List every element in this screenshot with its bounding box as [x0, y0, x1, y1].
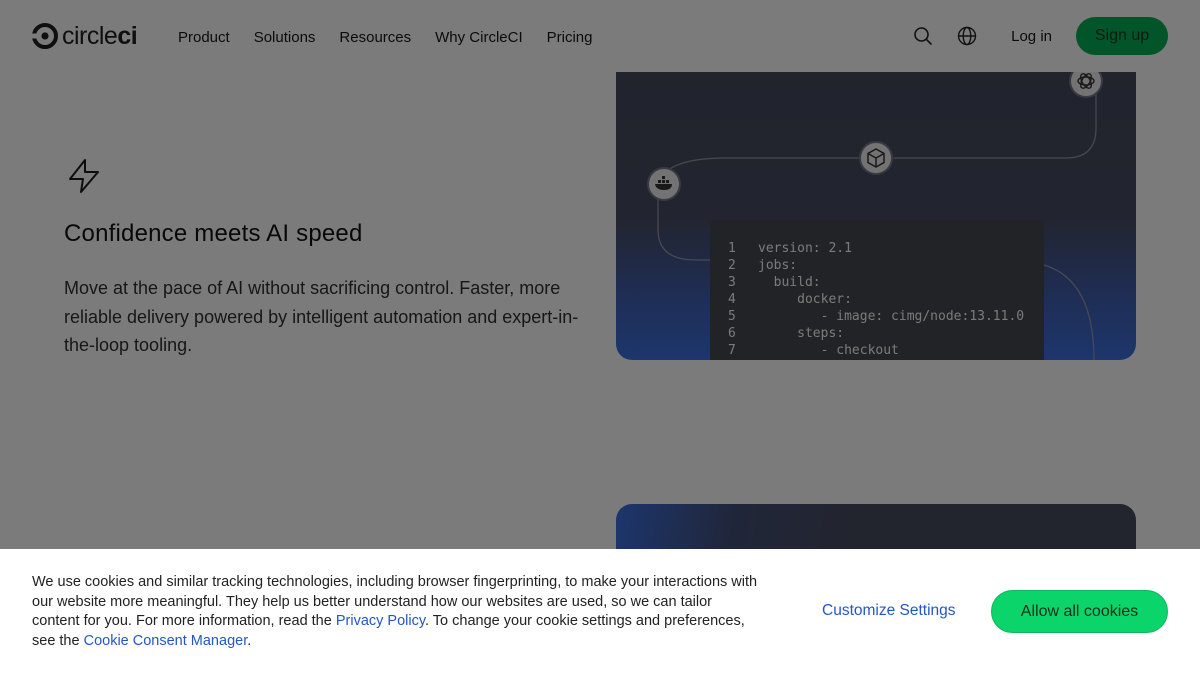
line-content: jobs:	[758, 258, 798, 273]
signup-button[interactable]: Sign up	[1076, 17, 1168, 55]
config-code-block: 1 version: 2.1 2 jobs: 3 build: 4 docker: …	[710, 220, 1044, 360]
nav-why-circleci[interactable]: Why CircleCI	[435, 29, 523, 46]
site-header: circleci Product Solutions Resources Why…	[0, 0, 1200, 72]
search-button[interactable]	[901, 18, 945, 54]
line-content: version: 2.1	[758, 241, 852, 256]
line-number: 2	[728, 258, 736, 273]
nav-resources[interactable]: Resources	[339, 29, 411, 46]
line-number: 4	[728, 292, 736, 307]
docker-icon	[655, 176, 672, 190]
cookie-banner: We use cookies and similar tracking tech…	[0, 549, 1200, 675]
line-content: - image: cimg/node:13.11.0	[758, 309, 1025, 324]
nav-product[interactable]: Product	[178, 29, 230, 46]
circleci-logo[interactable]: circleci	[32, 22, 150, 51]
openai-icon	[1077, 73, 1095, 89]
lightning-icon	[69, 159, 99, 193]
line-content: - checkout	[758, 343, 899, 358]
customize-settings-button[interactable]: Customize Settings	[822, 602, 956, 620]
line-number: 3	[728, 275, 736, 290]
cookie-consent-manager-link[interactable]: Cookie Consent Manager	[84, 633, 248, 649]
feature-title: Confidence meets AI speed	[64, 220, 363, 247]
privacy-policy-link[interactable]: Privacy Policy	[336, 613, 425, 629]
code-line: 5 - image: cimg/node:13.11.0	[728, 308, 1044, 325]
login-link[interactable]: Log in	[1011, 28, 1052, 45]
nav-pricing[interactable]: Pricing	[547, 29, 593, 46]
line-number: 6	[728, 326, 736, 341]
line-number: 1	[728, 241, 736, 256]
line-number: 5	[728, 309, 736, 324]
nav-solutions[interactable]: Solutions	[254, 29, 316, 46]
line-number: 7	[728, 343, 736, 358]
line-content: docker:	[758, 292, 852, 307]
cookie-message: We use cookies and similar tracking tech…	[32, 573, 760, 651]
allow-all-cookies-button[interactable]: Allow all cookies	[991, 590, 1168, 633]
code-line: 6 steps:	[728, 325, 1044, 342]
cube-node	[859, 141, 893, 175]
line-content: build:	[758, 275, 821, 290]
line-content: steps:	[758, 326, 845, 341]
circleci-logo-icon	[32, 23, 58, 49]
code-line: 3 build:	[728, 274, 1044, 291]
logo-wordmark: circleci	[62, 21, 138, 50]
code-line: 4 docker:	[728, 291, 1044, 308]
docker-node	[647, 167, 681, 201]
code-line: 1 version: 2.1	[728, 240, 1044, 257]
globe-icon	[957, 26, 977, 46]
code-line: 7 - checkout	[728, 342, 1044, 359]
cube-icon	[867, 148, 885, 168]
pipeline-illustration: 1 version: 2.1 2 jobs: 3 build: 4 docker: …	[616, 40, 1136, 360]
search-icon	[914, 27, 932, 45]
language-button[interactable]	[945, 18, 989, 54]
cookie-text-part: .	[247, 632, 252, 649]
main-nav: Product Solutions Resources Why CircleCI…	[178, 29, 593, 46]
header-actions: Log in Sign up	[901, 17, 1168, 55]
code-line: 2 jobs:	[728, 257, 1044, 274]
feature-description: Move at the pace of AI without sacrifici…	[64, 278, 579, 355]
